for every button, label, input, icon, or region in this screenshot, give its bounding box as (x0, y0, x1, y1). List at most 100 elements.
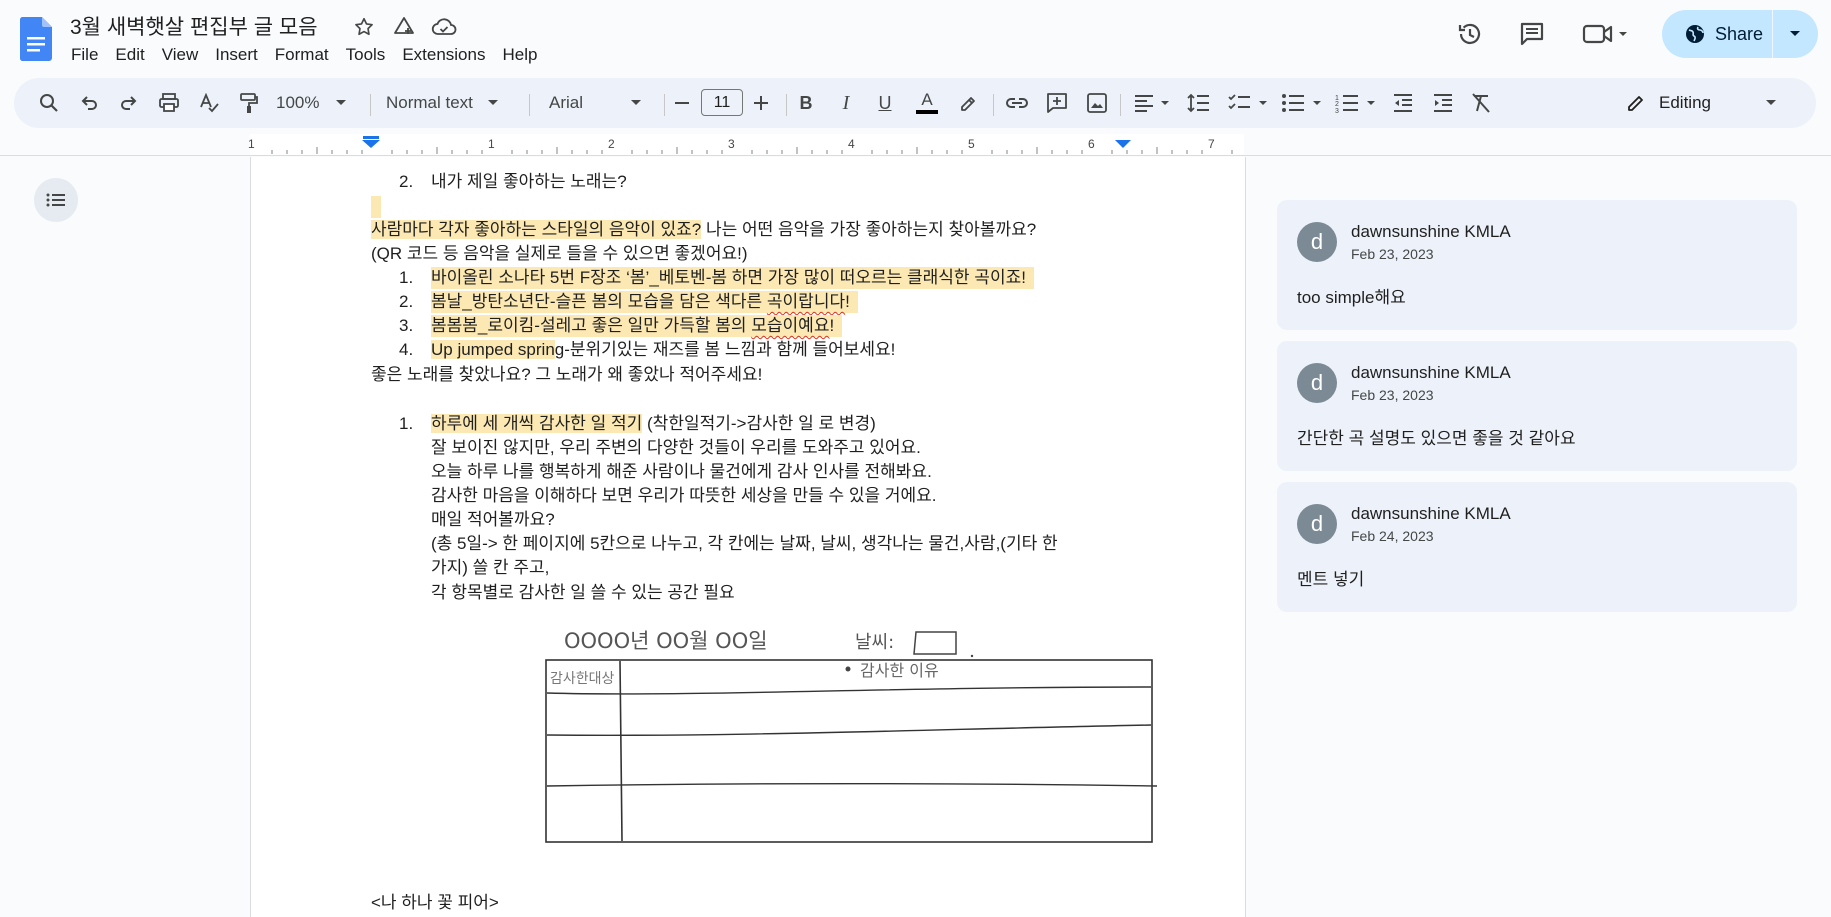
text-line[interactable]: <나 하나 꽃 피어> (371, 892, 499, 914)
text-line[interactable]: Up jumped spring-분위기있는 재즈를 봄 느낌과 함께 들어보세… (431, 339, 895, 361)
decrease-font-size-icon[interactable] (670, 88, 694, 118)
text-line[interactable]: 감사한 마음을 이해하다 보면 우리가 따뜻한 세상을 만들 수 있을 거에요. (431, 485, 937, 507)
decrease-indent-icon[interactable] (1388, 88, 1418, 118)
search-menus-icon[interactable] (34, 88, 64, 118)
first-line-indent-marker[interactable] (363, 136, 379, 139)
ruler-label: 6 (1088, 137, 1095, 151)
avatar: d (1297, 504, 1337, 544)
ruler-label: 7 (1208, 137, 1215, 151)
font-family-select[interactable]: Arial (549, 88, 649, 118)
document-outline-button[interactable] (34, 178, 78, 222)
menu-format[interactable]: Format (275, 43, 338, 67)
svg-text:2: 2 (1335, 101, 1339, 108)
comment-author: dawnsunshine KMLA (1351, 222, 1511, 241)
clear-formatting-icon[interactable] (1466, 88, 1496, 118)
comments-icon[interactable] (1514, 16, 1550, 52)
menu-file[interactable]: File (71, 43, 107, 67)
comment-date: Feb 23, 2023 (1351, 387, 1434, 403)
zoom-select[interactable]: 100% (276, 88, 356, 118)
spelling-check-icon[interactable] (194, 88, 224, 118)
list-number: 1. (399, 268, 414, 287)
text-line[interactable]: 좋은 노래를 찾았나요? 그 노래가 왜 좋았나 적어주세요! (371, 364, 762, 386)
print-icon[interactable] (154, 88, 184, 118)
comment-author: dawnsunshine KMLA (1351, 504, 1511, 523)
menu-view[interactable]: View (162, 43, 208, 67)
toolbar-divider (370, 94, 371, 116)
text-line[interactable]: 매일 적어볼까요? (431, 509, 555, 531)
meet-call-icon[interactable] (1580, 16, 1632, 52)
text-line[interactable]: (QR 코드 등 음악을 실제로 들을 수 있으면 좋겠어요!) (371, 243, 748, 265)
italic-icon[interactable]: I (836, 88, 856, 118)
share-button[interactable]: Share (1662, 10, 1818, 58)
insert-image-icon[interactable] (1082, 88, 1112, 118)
insert-link-icon[interactable] (1002, 88, 1032, 118)
editing-mode-select[interactable]: Editing (1626, 88, 1796, 118)
align-menu-icon[interactable] (1132, 88, 1174, 118)
comment-date: Feb 23, 2023 (1351, 246, 1434, 262)
text-line[interactable]: 내가 제일 좋아하는 노래는? (431, 171, 627, 193)
text-line[interactable]: 봄날_방탄소년단-슬픈 봄의 모습을 담은 색다른 곡이랍니다! (431, 291, 858, 313)
cloud-status-icon[interactable] (431, 14, 457, 40)
style-dropdown-icon (487, 100, 498, 105)
add-comment-icon[interactable] (1042, 88, 1072, 118)
paint-format-icon[interactable] (234, 88, 264, 118)
ruler-label: 1 (248, 137, 255, 151)
version-history-icon[interactable] (1452, 16, 1488, 52)
increase-font-size-icon[interactable] (749, 88, 773, 118)
text-color-icon[interactable]: A (914, 88, 940, 118)
avatar: d (1297, 222, 1337, 262)
comment-card[interactable]: d dawnsunshine KMLA Feb 23, 2023 간단한 곡 설… (1277, 341, 1797, 471)
star-icon[interactable] (351, 14, 377, 40)
sketch-weather-text: 날씨: (855, 632, 894, 653)
editing-dropdown-icon (1765, 100, 1776, 105)
ruler-label: 1 (488, 137, 495, 151)
comment-card[interactable]: d dawnsunshine KMLA Feb 23, 2023 too sim… (1277, 200, 1797, 330)
text-line[interactable]: 봄봄봄_로이킴-설레고 좋은 일만 가득할 봄의 모습이예요! (431, 315, 843, 337)
menu-help[interactable]: Help (502, 43, 546, 67)
text-line[interactable]: 오늘 하루 나를 행복하게 해준 사람이나 물건에게 감사 인사를 전해봐요. (431, 461, 932, 483)
line-spacing-icon[interactable] (1184, 88, 1214, 118)
font-size-input[interactable]: 11 (701, 89, 743, 116)
redo-icon[interactable] (114, 88, 144, 118)
text-line[interactable]: 하루에 세 개씩 감사한 일 적기 (착한일적기->감사한 일 로 변경) (431, 413, 876, 435)
checklist-icon[interactable] (1226, 88, 1272, 118)
font-family-value: Arial (549, 93, 584, 112)
comment-author: dawnsunshine KMLA (1351, 363, 1511, 382)
zoom-value: 100% (276, 93, 320, 112)
undo-icon[interactable] (74, 88, 104, 118)
comment-card[interactable]: d dawnsunshine KMLA Feb 24, 2023 멘트 넣기 (1277, 482, 1797, 612)
bold-icon[interactable]: B (796, 88, 816, 118)
move-to-folder-icon[interactable] (391, 14, 417, 40)
paragraph-style-select[interactable]: Normal text (386, 88, 516, 118)
list-number: 2. (399, 292, 414, 311)
menu-edit[interactable]: Edit (115, 43, 153, 67)
underline-icon[interactable]: U (875, 88, 895, 118)
numbered-list-icon[interactable]: 123 (1334, 88, 1380, 118)
comment-text: 멘트 넣기 (1297, 570, 1365, 589)
ruler-label: 5 (968, 137, 975, 151)
share-dropdown-icon[interactable] (1773, 30, 1817, 38)
text-line[interactable]: 잘 보이진 않지만, 우리 주변의 다양한 것들이 우리를 도와주고 있어요. (431, 437, 921, 459)
zoom-dropdown-icon (336, 100, 347, 105)
menu-extensions[interactable]: Extensions (402, 43, 494, 67)
avatar: d (1297, 363, 1337, 403)
highlight-color-icon[interactable] (955, 88, 981, 118)
document-title[interactable]: 3월 새벽햇살 편집부 글 모음 (70, 11, 318, 41)
bulleted-list-icon[interactable] (1280, 88, 1326, 118)
outline-list-icon (46, 193, 65, 207)
toolbar-divider (786, 94, 787, 116)
text-line[interactable]: 바이올린 소나타 5번 F장조 ‘봄’_베토벤-봄 하면 가장 많이 떠오르는 … (431, 267, 1034, 289)
horizontal-ruler[interactable]: 1 1 2 3 4 5 6 7 (0, 134, 1831, 156)
text-line[interactable]: 각 항목별로 감사한 일 쓸 수 있는 공간 필요 (431, 582, 735, 604)
increase-indent-icon[interactable] (1428, 88, 1458, 118)
share-label: Share (1715, 23, 1764, 44)
menu-insert[interactable]: Insert (215, 43, 267, 67)
text-line[interactable]: 사람마다 각자 좋아하는 스타일의 음악이 있죠? 나는 어떤 음악을 가장 좋… (371, 219, 1036, 241)
text-line[interactable]: (총 5일-> 한 페이지에 5칸으로 나누고, 각 칸에는 날짜, 날씨, 생… (431, 533, 1058, 555)
menu-tools[interactable]: Tools (346, 43, 395, 67)
text-line[interactable]: 가지) 쓸 칸 주고, (431, 557, 549, 579)
docs-logo-icon[interactable] (20, 17, 52, 61)
comment-text: too simple해요 (1297, 288, 1406, 307)
handdrawn-table-image[interactable]: OOOO년 OO월 OO일 날씨: 감사한대상 감사한 이유 (540, 625, 1160, 845)
ruler-label: 4 (848, 137, 855, 151)
